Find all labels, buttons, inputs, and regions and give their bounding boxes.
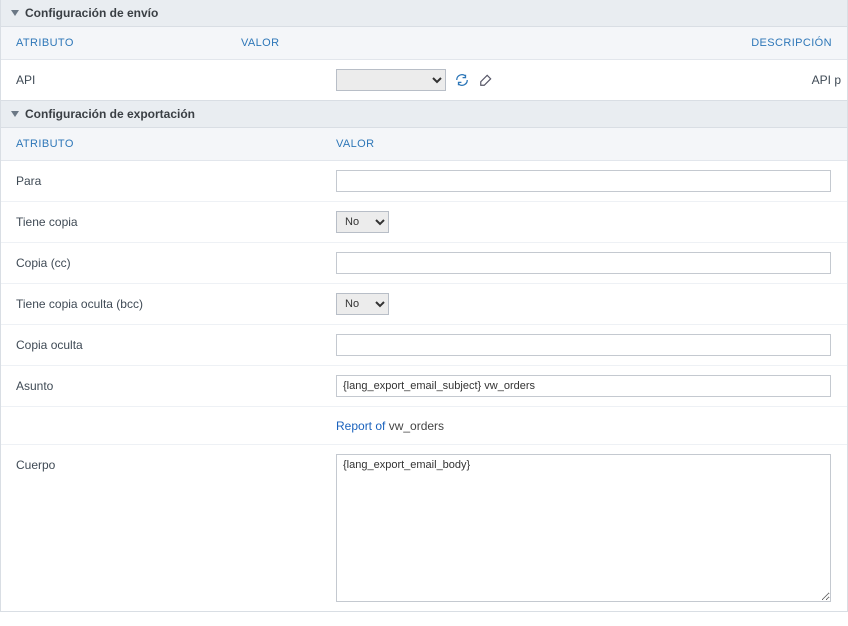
subject-preview-row: Report of vw_orders [1,407,847,445]
cc-row: Copia (cc) [1,243,847,284]
col-attribute: ATRIBUTO [1,37,226,49]
report-of-link[interactable]: Report of [336,419,389,433]
export-config-section: Configuración de exportación ATRIBUTO VA… [0,101,848,612]
export-config-header[interactable]: Configuración de exportación [1,101,847,128]
col-value: VALOR [321,138,847,150]
subject-label: Asunto [1,379,321,393]
cc-input[interactable] [336,252,831,274]
has-bcc-select[interactable]: No [336,293,389,315]
chevron-down-icon [11,111,19,117]
send-config-section: Configuración de envío ATRIBUTO VALOR DE… [0,0,848,101]
to-input[interactable] [336,170,831,192]
chevron-down-icon [11,10,19,16]
col-attribute: ATRIBUTO [1,138,321,150]
column-header-row: ATRIBUTO VALOR DESCRIPCIÓN [1,27,847,60]
api-label: API [1,73,321,87]
has-bcc-label: Tiene copia oculta (bcc) [1,297,321,311]
has-cc-row: Tiene copia No [1,202,847,243]
bcc-row: Copia oculta [1,325,847,366]
to-row: Para [1,161,847,202]
api-select[interactable] [336,69,446,91]
section-title: Configuración de envío [25,6,158,20]
section-title: Configuración de exportación [25,107,195,121]
cc-label: Copia (cc) [1,256,321,270]
edit-icon[interactable] [478,72,494,88]
body-row: Cuerpo [1,445,847,611]
report-name-text: vw_orders [389,419,444,433]
bcc-input[interactable] [336,334,831,356]
col-value: VALOR [226,37,692,49]
subject-row: Asunto [1,366,847,407]
bcc-label: Copia oculta [1,338,321,352]
to-label: Para [1,174,321,188]
refresh-icon[interactable] [454,72,470,88]
has-cc-select[interactable]: No [336,211,389,233]
has-bcc-row: Tiene copia oculta (bcc) No [1,284,847,325]
subject-input[interactable] [336,375,831,397]
api-description: API p [787,73,847,87]
body-label: Cuerpo [1,454,321,472]
col-description: DESCRIPCIÓN [692,37,847,49]
send-config-header[interactable]: Configuración de envío [1,0,847,27]
body-textarea[interactable] [336,454,831,602]
has-cc-label: Tiene copia [1,215,321,229]
api-row: API API p [1,60,847,100]
column-header-row: ATRIBUTO VALOR [1,128,847,161]
